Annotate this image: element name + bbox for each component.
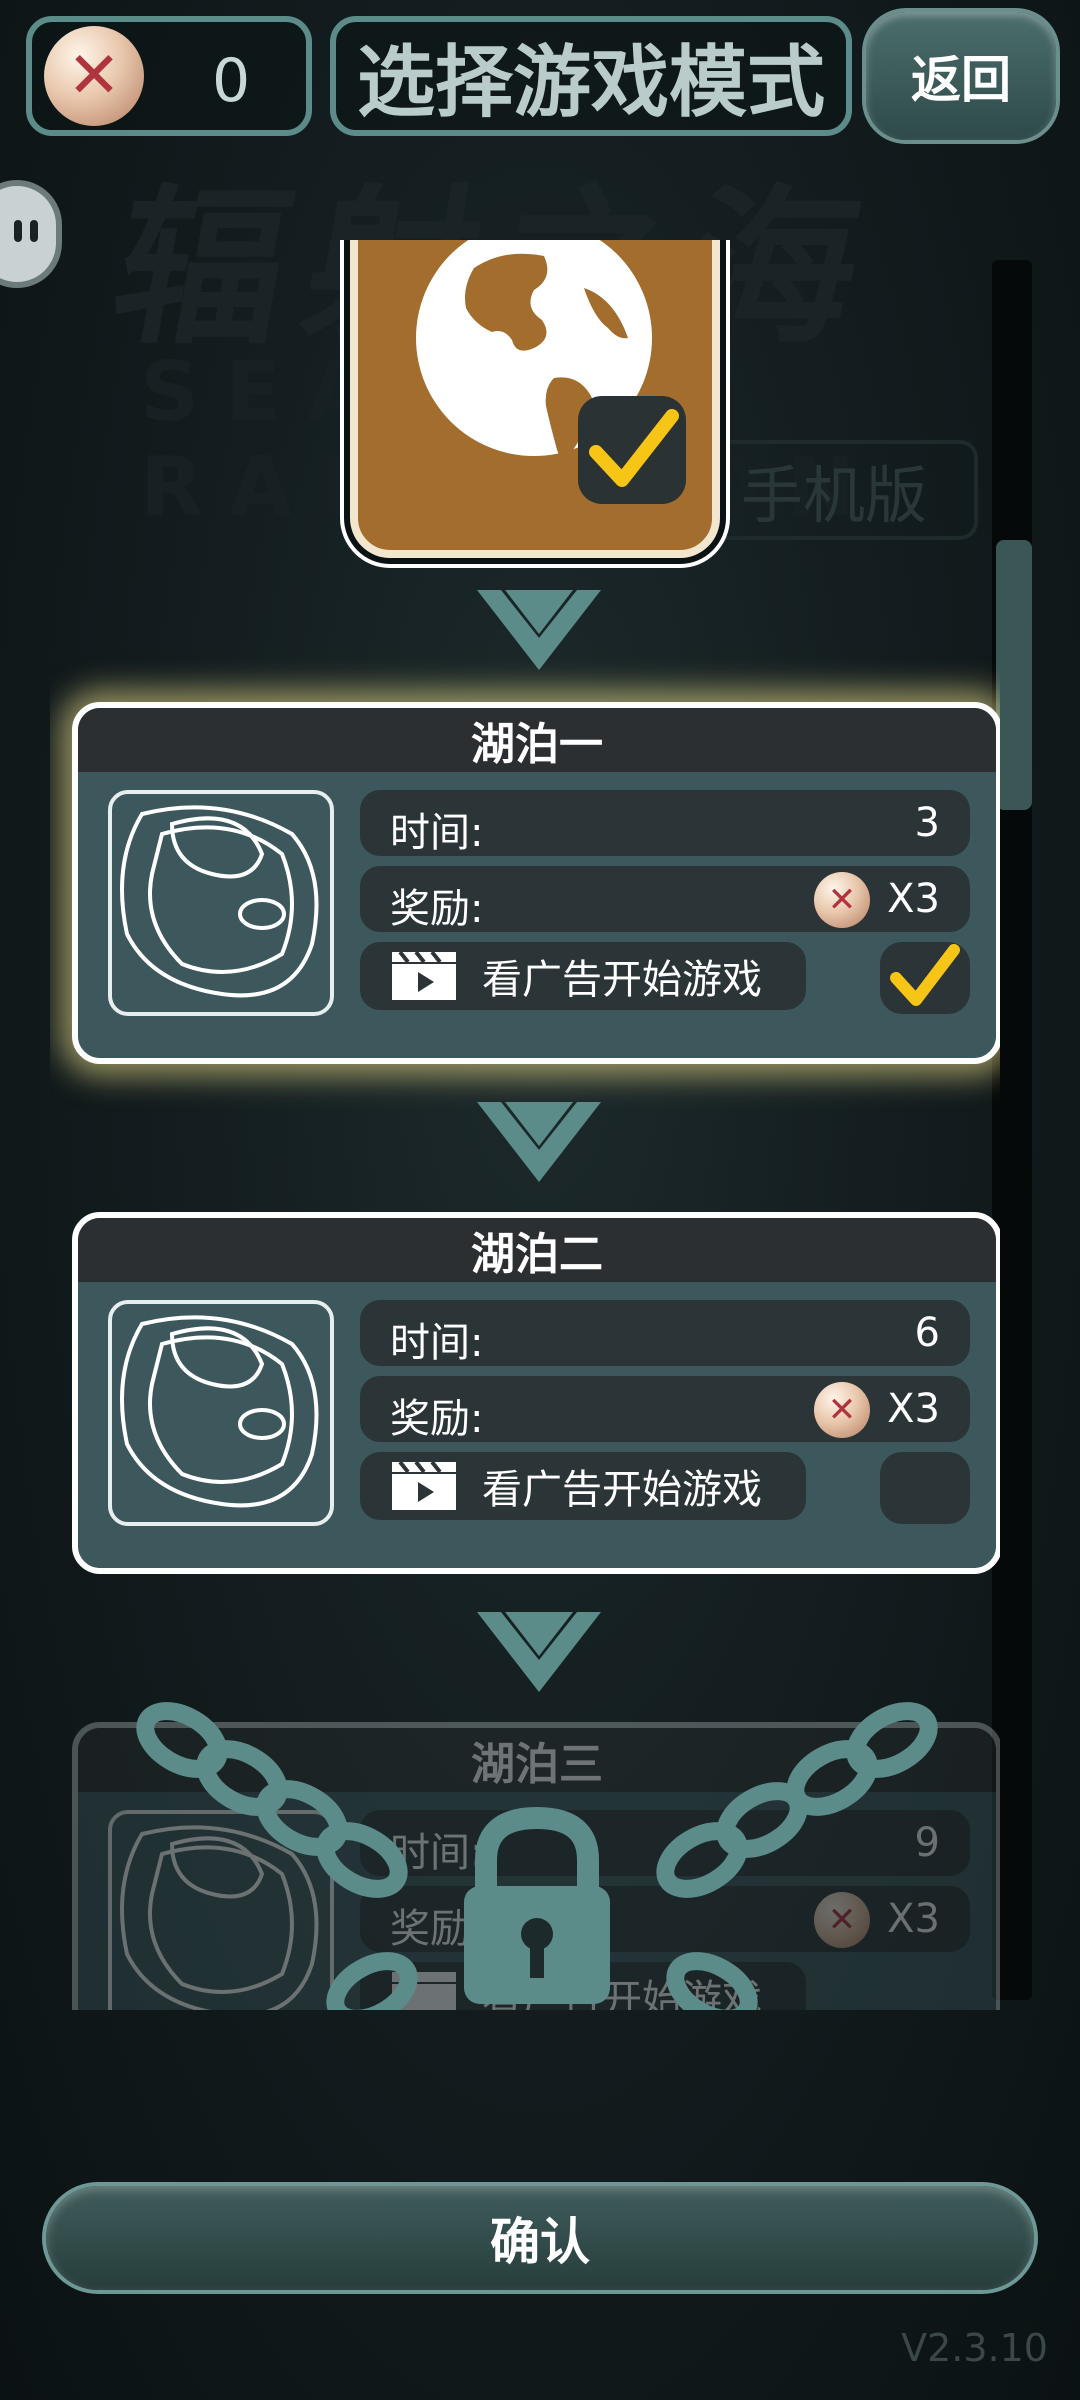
arrow-down-icon [477,1102,601,1182]
time-label: 时间: [390,810,484,856]
check-icon [890,944,960,1006]
lake-map-icon [108,790,334,1016]
page-title-box: 选择游戏模式 [330,16,852,136]
level-card[interactable]: 湖泊二 时间: 6 奖励: ✕ X3 看广告开始游戏 [72,1212,1000,1574]
coin-counter: ✕ 0 [26,16,312,136]
version-label: V2.3.10 [901,2326,1048,2370]
level-select-checkbox[interactable] [880,942,970,1014]
reward-label: 奖励: [390,1396,484,1442]
confirm-button-label: 确认 [490,2213,590,2271]
scrollbar-thumb[interactable] [996,540,1032,810]
clapperboard-icon [392,952,456,1000]
mode-list[interactable]: 湖泊一 时间: 3 奖励: ✕ X3 看广告开始游戏 湖泊二 时间: 6 奖励:… [50,240,1000,2010]
back-button-label: 返回 [911,51,1011,109]
watch-ad-start-button[interactable]: 看广告开始游戏 [360,1452,806,1520]
level-body: 时间: 6 奖励: ✕ X3 看广告开始游戏 [78,1282,996,1568]
watch-ad-label: 看广告开始游戏 [482,1467,762,1513]
time-row: 时间: 3 [360,790,970,856]
reward-row: 奖励: ✕ X3 [360,1376,970,1442]
world-mode-card[interactable] [350,240,720,558]
time-value: 6 [914,1310,940,1356]
watch-ad-start-button[interactable]: 看广告开始游戏 [360,942,806,1010]
reward-label: 奖励: [390,886,484,932]
level-select-checkbox[interactable] [880,1452,970,1524]
radiation-coin-icon: ✕ [814,1382,870,1438]
confirm-button[interactable]: 确认 [46,2186,1034,2290]
level-card[interactable]: 湖泊一 时间: 3 奖励: ✕ X3 看广告开始游戏 [72,702,1000,1064]
time-value: 3 [914,800,940,846]
page-title: 选择游戏模式 [356,38,825,128]
arrow-down-icon [477,590,601,670]
level-body: 时间: 3 奖励: ✕ X3 看广告开始游戏 [78,772,996,1058]
time-row: 时间: 6 [360,1300,970,1366]
back-button[interactable]: 返回 [866,12,1056,140]
radiation-coin-icon: ✕ [814,872,870,928]
level-title: 湖泊一 [78,708,996,772]
time-label: 时间: [390,1320,484,1366]
watch-ad-label: 看广告开始游戏 [482,957,762,1003]
arrow-down-icon [477,1612,601,1692]
lake-map-icon [108,1300,334,1526]
lock-icon [464,1806,610,2004]
radiation-coin-icon: ✕ [44,26,144,126]
coin-count: 0 [212,46,251,116]
locked-chains-overlay [136,1702,938,2010]
selected-check-icon [578,396,686,504]
level-title: 湖泊二 [78,1218,996,1282]
clapperboard-icon [392,1462,456,1510]
reward-row: 奖励: ✕ X3 [360,866,970,932]
reward-value: X3 [887,1386,940,1432]
reward-value: X3 [887,876,940,922]
